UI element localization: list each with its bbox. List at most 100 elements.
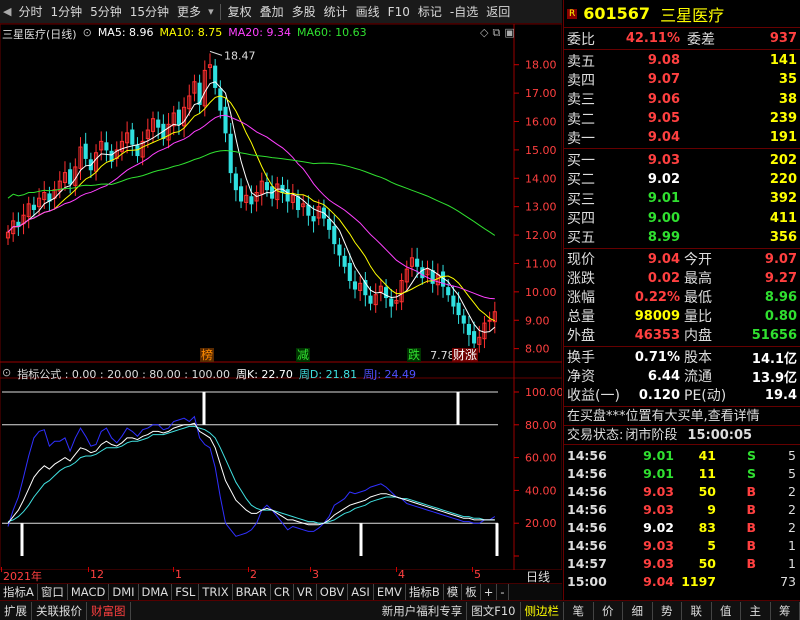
bottom-tab-left[interactable]: 财富图 [87, 601, 131, 620]
stats-button[interactable]: 统计 [320, 0, 352, 24]
stock-name[interactable]: 三星医疗 [660, 2, 724, 26]
buy-level: 买四 9.00 411 [564, 208, 800, 228]
sell-level-price[interactable]: 9.04 [604, 130, 684, 145]
indicator-tab[interactable]: BRAR [233, 584, 271, 600]
multi-stock-button[interactable]: 多股 [288, 0, 320, 24]
chart-canvas[interactable]: 18.00 17.00 16.00 15.00 14.00 13.00 12.00 11.00… [0, 24, 562, 570]
f10-button[interactable]: F10 [384, 0, 414, 24]
adjust-button[interactable]: 复权 [224, 0, 256, 24]
y-tick-label: 17.00 [525, 87, 557, 100]
bottom-tab-right[interactable]: 主 [741, 601, 771, 620]
buy-level-volume: 202 [769, 152, 797, 168]
buy-level-price[interactable]: 9.02 [604, 172, 684, 187]
buy-level-price[interactable]: 9.00 [604, 211, 684, 226]
indicator-tab[interactable]: TRIX [199, 584, 233, 600]
indicator-tab[interactable]: MACD [68, 584, 110, 600]
bottom-tab-right[interactable]: 值 [712, 601, 741, 620]
tab-intraday[interactable]: 分时 [14, 0, 46, 24]
mark-button[interactable]: 标记 [414, 0, 446, 24]
event-tag-label[interactable]: 财涨 [453, 347, 477, 362]
indicator-tab[interactable]: 窗口 [38, 584, 68, 600]
event-tag-label[interactable]: 榜 [201, 347, 213, 362]
tab-15min[interactable]: 15分钟 [126, 0, 173, 24]
bottom-tab-mid[interactable]: 图文F10 [467, 601, 521, 620]
indicator-tab[interactable]: EMV [374, 584, 406, 600]
y-tick-label: 12.00 [525, 229, 557, 242]
bottom-tab-mid[interactable]: 新用户福利专享 [378, 601, 468, 620]
sell-level: 卖二 9.05 239 [564, 109, 800, 128]
candle-body [238, 186, 244, 202]
trade-flag: B [746, 484, 756, 500]
x-axis-unit[interactable]: 日线 [526, 568, 550, 585]
kline-chart[interactable]: 18.00 17.00 16.00 15.00 14.00 13.00 12.00 11.00… [0, 24, 562, 570]
chart-frame [0, 24, 562, 570]
bottom-tab-right[interactable]: 价 [594, 601, 623, 620]
indicator-tab[interactable]: DMI [109, 584, 139, 600]
indicator-tab[interactable]: 指标B [406, 584, 444, 600]
indicator-tab[interactable]: - [497, 584, 509, 600]
trade-ticks[interactable]: 14:56 9.01 41 S 5 14:56 9.01 11 S 5 14:56 9.03 50 B 2 1… [564, 445, 800, 591]
sell-level: 卖三 9.06 38 [564, 90, 800, 109]
more-menu[interactable]: 更多 [173, 0, 205, 24]
candle-body [68, 169, 73, 185]
buy-level-price[interactable]: 9.03 [604, 153, 684, 168]
indicator-tab[interactable]: 指标A [0, 584, 38, 600]
weicha-value: 937 [769, 31, 797, 46]
indicator-tab[interactable]: + [481, 584, 498, 600]
ma10-label: MA10: 8.75 [159, 26, 223, 39]
tab-5min[interactable]: 5分钟 [86, 0, 126, 24]
notice-bar[interactable]: 在买盘***位置有大买单,查看详情 [564, 407, 800, 426]
restore-icon[interactable]: ⧉ [492, 26, 500, 40]
bottom-tab-right[interactable]: 势 [653, 601, 682, 620]
trade-flag: S [746, 466, 756, 482]
more-dropdown-icon[interactable]: ▾ [205, 5, 217, 18]
y-tick-label: 8.00 [525, 343, 550, 356]
buy-level: 买二 9.02 220 [564, 170, 800, 189]
bottom-tab-right[interactable]: 联 [682, 601, 712, 620]
sell-level-price[interactable]: 9.08 [604, 53, 684, 68]
bottom-tab-right[interactable]: 细 [623, 601, 653, 620]
trade-time: 14:56 [567, 448, 607, 464]
left-arrow-icon[interactable]: ◀ [0, 5, 14, 18]
indicator-tab[interactable]: ASI [348, 584, 374, 600]
indicator-tab[interactable]: 板 [462, 584, 481, 600]
bottom-tab-left[interactable]: 扩展 [0, 601, 32, 620]
indicator-tab[interactable]: 模 [444, 584, 463, 600]
trade-row: 14:56 9.02 83 B 2 [564, 519, 800, 537]
sell-level-price[interactable]: 9.05 [604, 111, 684, 126]
buy-level-price[interactable]: 9.01 [604, 191, 684, 206]
event-tag-label[interactable]: 减 [297, 348, 309, 362]
indicator-tab[interactable]: CR [271, 584, 294, 600]
bottom-tab-left[interactable]: 关联报价 [32, 601, 87, 620]
notice-text[interactable]: 在买盘***位置有大买单,查看详情 [567, 409, 760, 424]
draw-line-button[interactable]: 画线 [352, 0, 384, 24]
indicator-tab[interactable]: OBV [317, 584, 349, 600]
sell-level-price[interactable]: 9.06 [604, 92, 684, 107]
indicator-tab[interactable]: FSL [172, 584, 200, 600]
buy-level: 买三 9.01 392 [564, 189, 800, 208]
stock-code[interactable]: 601567 [583, 4, 650, 23]
event-tag-label[interactable]: 跌 [408, 347, 420, 362]
diamond-icon[interactable]: ◇ [480, 26, 488, 40]
tab-1min[interactable]: 1分钟 [46, 0, 86, 24]
buy-level-price[interactable]: 8.99 [604, 230, 684, 245]
indicator-tab[interactable]: DMA [139, 584, 173, 600]
buy-level: 买五 8.99 356 [564, 228, 800, 247]
maximize-icon[interactable]: ▣ [504, 26, 514, 40]
back-button[interactable]: 返回 [482, 0, 514, 24]
remove-watchlist-button[interactable]: -自选 [446, 0, 482, 24]
sell-level-price[interactable]: 9.07 [604, 72, 684, 87]
indicator-tab[interactable]: VR [294, 584, 317, 600]
trade-row: 14:57 9.03 50 B 1 [564, 555, 800, 573]
bottom-tab-mid[interactable]: 侧边栏 [521, 601, 564, 620]
bottom-tab-right[interactable]: 筹 [771, 601, 800, 620]
x-axis-label: 3 [312, 568, 319, 581]
indicator-settings-icon[interactable]: ⊙ [2, 366, 11, 382]
overlay-button[interactable]: 叠加 [256, 0, 288, 24]
chart-settings-icon[interactable]: ⊙ [83, 26, 92, 42]
x-axis-label: 4 [398, 568, 405, 581]
candle-body [389, 298, 394, 307]
indicator-legend: ⊙ 指标公式 : 0.00 : 20.00 : 80.00 : 100.00 周… [2, 366, 416, 382]
stock-chart-title: 三星医疗(日线) [2, 28, 77, 41]
bottom-tab-right[interactable]: 笔 [564, 601, 594, 620]
